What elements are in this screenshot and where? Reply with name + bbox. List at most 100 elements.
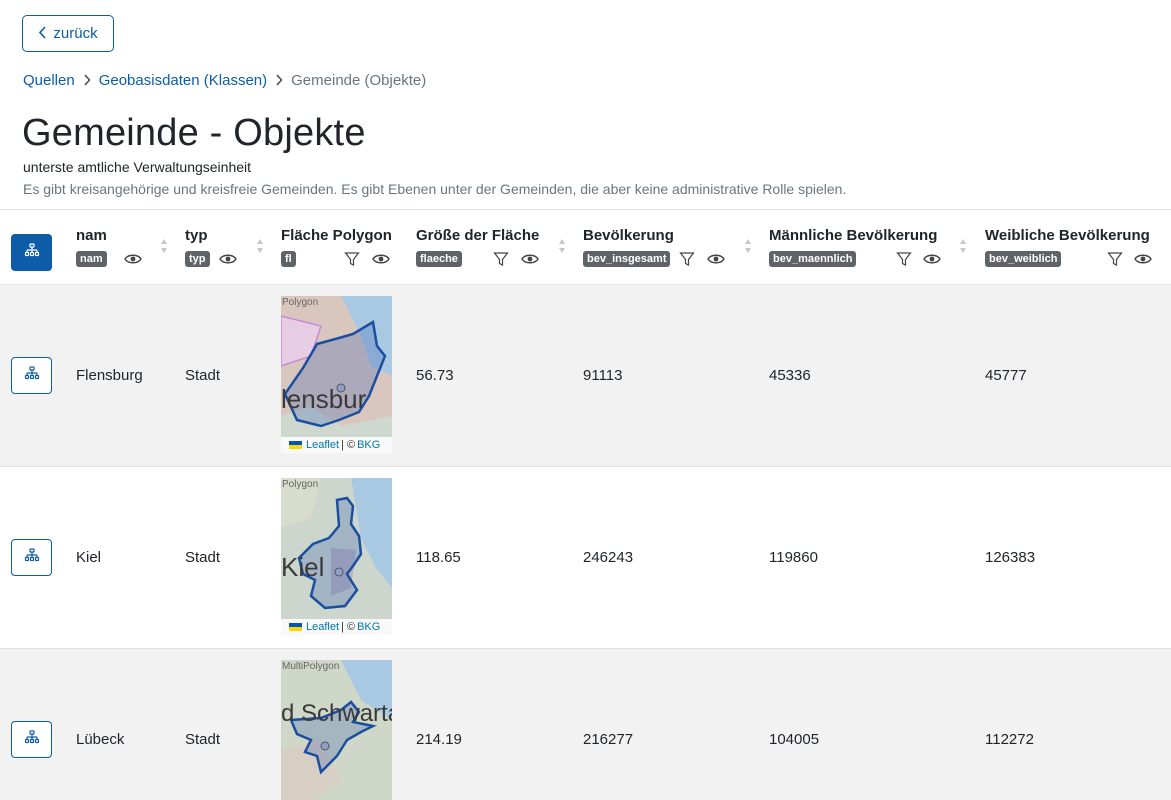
column-key-badge: bev_insgesamt [583, 251, 671, 267]
sort-icon[interactable] [558, 238, 566, 254]
cell-nam: Lübeck [76, 731, 125, 748]
eye-icon[interactable] [1134, 252, 1152, 266]
map-thumbnail[interactable]: Polygon Kiel Leaflet | © BKG [281, 478, 392, 635]
breadcrumb: Quellen Geobasisdaten (Klassen) Gemeinde… [23, 72, 426, 89]
column-header-bev-insgesamt[interactable]: Bevölkerung bev_insgesamt [583, 210, 758, 285]
filter-icon[interactable] [896, 251, 912, 267]
leaflet-link[interactable]: Leaflet [306, 621, 339, 633]
page-subtitle: unterste amtliche Verwaltungseinheit [23, 159, 252, 175]
cell-bev-weiblich: 126383 [985, 549, 1036, 566]
bkg-link[interactable]: BKG [357, 621, 380, 633]
sort-icon[interactable] [160, 238, 168, 254]
map-place-label: d Schwartau [281, 700, 392, 727]
eye-icon[interactable] [521, 252, 539, 266]
chevron-right-icon [275, 73, 283, 89]
cell-bev-weiblich: 112272 [985, 731, 1034, 748]
table-row: Lübeck Stadt MultiPolygon d Schwartau 21… [0, 649, 1171, 800]
table-header: nam nam typ typ Fläche Polygon fl Größe … [0, 210, 1171, 285]
back-button-label: zurück [53, 25, 98, 42]
chevron-left-icon [38, 25, 47, 42]
breadcrumb-link-quellen[interactable]: Quellen [23, 72, 75, 89]
hierarchy-header-button[interactable] [11, 234, 52, 271]
map-polygon [281, 660, 392, 800]
map-place-label: Kiel [281, 552, 325, 582]
column-title: nam [76, 227, 107, 244]
map-attribution: Leaflet | © BKG [281, 619, 392, 635]
geometry-type-label: Polygon [282, 297, 319, 308]
column-title: Weibliche Bevölkerung [985, 227, 1150, 244]
filter-icon[interactable] [1107, 251, 1123, 267]
cell-bev-weiblich: 45777 [985, 367, 1027, 384]
column-title: Größe der Fläche [416, 227, 540, 244]
hierarchy-icon [24, 366, 40, 385]
map-place-label: lensbur [281, 384, 367, 414]
column-title: Fläche Polygon [281, 227, 392, 244]
table-row: Flensburg Stadt Polygon lensbur Leaflet … [0, 285, 1171, 467]
column-header-flaeche[interactable]: Größe der Fläche flaeche [416, 210, 576, 285]
filter-icon[interactable] [679, 251, 695, 267]
map-thumbnail[interactable]: MultiPolygon d Schwartau [281, 660, 392, 800]
cell-flaeche: 214.19 [416, 731, 462, 748]
cell-bev-maennlich: 45336 [769, 367, 811, 384]
chevron-right-icon [83, 73, 91, 89]
cell-flaeche: 118.65 [416, 549, 461, 566]
column-header-fl[interactable]: Fläche Polygon fl [281, 210, 406, 285]
sort-icon[interactable] [744, 238, 752, 254]
column-key-badge: nam [76, 251, 107, 267]
hierarchy-icon [24, 243, 40, 262]
filter-icon[interactable] [493, 251, 509, 267]
cell-typ: Stadt [185, 549, 221, 566]
bkg-link[interactable]: BKG [357, 439, 380, 451]
leaflet-link[interactable]: Leaflet [306, 439, 339, 451]
hierarchy-button[interactable] [11, 539, 52, 576]
ukraine-flag-icon [289, 623, 302, 631]
cell-nam: Flensburg [76, 367, 143, 384]
cell-flaeche: 56.73 [416, 367, 454, 384]
back-button[interactable]: zurück [22, 15, 114, 52]
eye-icon[interactable] [219, 252, 237, 266]
attribution-separator: | © [341, 621, 356, 633]
attribution-separator: | © [341, 439, 356, 451]
page-title: Gemeinde - Objekte [22, 112, 366, 154]
column-key-badge: bev_maennlich [769, 251, 857, 267]
cell-bev-insgesamt: 246243 [583, 549, 634, 566]
geometry-type-label: Polygon [282, 479, 319, 490]
column-header-typ[interactable]: typ typ [185, 210, 270, 285]
hierarchy-button[interactable] [11, 721, 52, 758]
column-title: Männliche Bevölkerung [769, 227, 938, 244]
cell-bev-maennlich: 104005 [769, 731, 820, 748]
hierarchy-icon [24, 730, 40, 749]
filter-icon[interactable] [344, 251, 360, 267]
column-key-badge: fl [281, 251, 296, 267]
eye-icon[interactable] [707, 252, 725, 266]
map-polygon [281, 296, 392, 453]
column-key-badge: flaeche [416, 251, 462, 267]
column-key-badge: bev_weiblich [985, 251, 1062, 267]
cell-bev-insgesamt: 216277 [583, 731, 634, 748]
sort-icon[interactable] [959, 238, 967, 254]
column-header-bev-maennlich[interactable]: Männliche Bevölkerung bev_maennlich [769, 210, 974, 285]
eye-icon[interactable] [124, 252, 142, 266]
column-title: Bevölkerung [583, 227, 674, 244]
hierarchy-icon [24, 548, 40, 567]
cell-nam: Kiel [76, 549, 102, 566]
hierarchy-button[interactable] [11, 357, 52, 394]
objects-table: nam nam typ typ Fläche Polygon fl Größe … [0, 209, 1171, 800]
column-title: typ [185, 227, 208, 244]
sort-icon[interactable] [256, 238, 264, 254]
breadcrumb-current: Gemeinde (Objekte) [291, 72, 427, 89]
column-header-bev-weiblich[interactable]: Weibliche Bevölkerung bev_weiblich [985, 210, 1170, 285]
cell-bev-maennlich: 119860 [769, 549, 818, 566]
page-description: Es gibt kreisangehörige und kreisfreie G… [23, 181, 847, 197]
column-key-badge: typ [185, 251, 210, 267]
cell-typ: Stadt [185, 367, 221, 384]
cell-bev-insgesamt: 91113 [583, 367, 623, 384]
eye-icon[interactable] [923, 252, 941, 266]
map-attribution: Leaflet | © BKG [281, 437, 392, 453]
geometry-type-label: MultiPolygon [282, 661, 340, 672]
ukraine-flag-icon [289, 441, 302, 449]
breadcrumb-link-geobasisdaten[interactable]: Geobasisdaten (Klassen) [99, 72, 267, 89]
map-thumbnail[interactable]: Polygon lensbur Leaflet | © BKG [281, 296, 392, 453]
eye-icon[interactable] [372, 252, 390, 266]
column-header-nam[interactable]: nam nam [76, 210, 176, 285]
